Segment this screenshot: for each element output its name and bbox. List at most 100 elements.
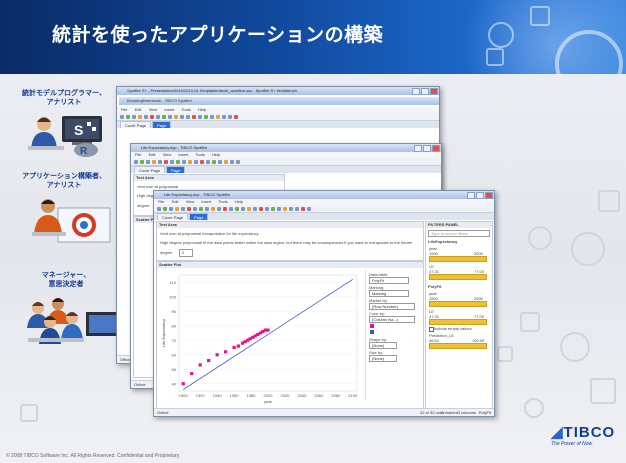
toolbar-button[interactable] bbox=[163, 206, 167, 211]
filter-group[interactable]: PolyFit bbox=[428, 284, 441, 289]
menu-file[interactable]: File bbox=[158, 199, 164, 204]
toolbar-button[interactable] bbox=[217, 206, 221, 211]
toolbar-button[interactable] bbox=[206, 159, 210, 164]
toolbar-button[interactable] bbox=[152, 159, 156, 164]
toolbar-button[interactable] bbox=[158, 159, 162, 164]
close-button[interactable] bbox=[432, 145, 440, 152]
toolbar-button[interactable] bbox=[229, 206, 233, 211]
toolbar-button[interactable] bbox=[241, 206, 245, 211]
toolbar-button[interactable] bbox=[180, 114, 184, 119]
toolbar-button[interactable] bbox=[198, 114, 202, 119]
toolbar-button[interactable] bbox=[168, 114, 172, 119]
tab-cover-page[interactable]: Cover Page bbox=[134, 166, 166, 173]
marking-select[interactable]: Marking bbox=[369, 290, 409, 297]
shape-select[interactable]: (None) bbox=[369, 342, 397, 349]
menu-tools[interactable]: Tools bbox=[181, 107, 190, 112]
degree-select[interactable]: 2 bbox=[179, 249, 193, 257]
toolbar-button[interactable] bbox=[236, 159, 240, 164]
toolbar-button[interactable] bbox=[247, 206, 251, 211]
color-select[interactable]: (Column Na...) bbox=[369, 316, 415, 323]
toolbar-button[interactable] bbox=[210, 114, 214, 119]
tab-cover-page[interactable]: Cover Page bbox=[120, 121, 152, 128]
menu-file[interactable]: File bbox=[135, 152, 141, 157]
include-empty-checkbox[interactable] bbox=[429, 327, 434, 332]
toolbar-button[interactable] bbox=[234, 114, 238, 119]
toolbar-button[interactable] bbox=[175, 206, 179, 211]
menu-insert[interactable]: Insert bbox=[164, 107, 174, 112]
toolbar-button[interactable] bbox=[200, 159, 204, 164]
range-slider[interactable] bbox=[429, 319, 487, 325]
menu-insert[interactable]: Insert bbox=[178, 152, 188, 157]
menu-edit[interactable]: Edit bbox=[172, 199, 179, 204]
menu-view[interactable]: View bbox=[186, 199, 195, 204]
toolbar-button[interactable] bbox=[205, 206, 209, 211]
toolbar-button[interactable] bbox=[182, 159, 186, 164]
maximize-button[interactable] bbox=[421, 88, 429, 95]
toolbar-button[interactable] bbox=[224, 159, 228, 164]
toolbar-button[interactable] bbox=[140, 159, 144, 164]
toolbar-button[interactable] bbox=[235, 206, 239, 211]
toolbar-button[interactable] bbox=[301, 206, 305, 211]
toolbar-button[interactable] bbox=[216, 114, 220, 119]
toolbar-button[interactable] bbox=[212, 159, 216, 164]
toolbar-button[interactable] bbox=[162, 114, 166, 119]
toolbar-button[interactable] bbox=[193, 206, 197, 211]
toolbar-button[interactable] bbox=[126, 114, 130, 119]
menu-insert[interactable]: Insert bbox=[201, 199, 211, 204]
marker-select[interactable]: (Row Number) bbox=[369, 303, 415, 310]
toolbar-button[interactable] bbox=[146, 159, 150, 164]
menu-file[interactable]: File bbox=[121, 107, 127, 112]
toolbar-button[interactable] bbox=[218, 159, 222, 164]
toolbar-button[interactable] bbox=[271, 206, 275, 211]
toolbar-button[interactable] bbox=[186, 114, 190, 119]
toolbar-button[interactable] bbox=[150, 114, 154, 119]
range-slider[interactable] bbox=[429, 301, 487, 307]
toolbar-button[interactable] bbox=[223, 206, 227, 211]
toolbar-button[interactable] bbox=[138, 114, 142, 119]
menu-tools[interactable]: Tools bbox=[195, 152, 204, 157]
toolbar-button[interactable] bbox=[192, 114, 196, 119]
toolbar-button[interactable] bbox=[120, 114, 124, 119]
menu-tools[interactable]: Tools bbox=[218, 199, 227, 204]
size-select[interactable]: (None) bbox=[369, 355, 397, 362]
toolbar-button[interactable] bbox=[259, 206, 263, 211]
tab-page[interactable]: Page bbox=[189, 213, 209, 220]
tab-page[interactable]: Page bbox=[152, 121, 172, 128]
toolbar-button[interactable] bbox=[307, 206, 311, 211]
toolbar-button[interactable] bbox=[222, 114, 226, 119]
toolbar-button[interactable] bbox=[144, 114, 148, 119]
toolbar-button[interactable] bbox=[181, 206, 185, 211]
toolbar-button[interactable] bbox=[265, 206, 269, 211]
maximize-button[interactable] bbox=[476, 192, 484, 199]
scatter-plot[interactable]: 40 50 60 70 80 90 100 110 1900 1920 1940 1960 1980 20… bbox=[157, 269, 363, 407]
toolbar-button[interactable] bbox=[277, 206, 281, 211]
menu-view[interactable]: View bbox=[149, 107, 158, 112]
toolbar-button[interactable] bbox=[176, 159, 180, 164]
toolbar-button[interactable] bbox=[289, 206, 293, 211]
data-table-select[interactable]: PolyFit bbox=[369, 277, 409, 284]
range-slider[interactable] bbox=[429, 343, 487, 349]
minimize-button[interactable] bbox=[467, 192, 475, 199]
menu-edit[interactable]: Edit bbox=[135, 107, 142, 112]
menu-help[interactable]: Help bbox=[198, 107, 206, 112]
toolbar-button[interactable] bbox=[228, 114, 232, 119]
toolbar-button[interactable] bbox=[295, 206, 299, 211]
toolbar-button[interactable] bbox=[132, 114, 136, 119]
maximize-button[interactable] bbox=[423, 145, 431, 152]
toolbar-button[interactable] bbox=[187, 206, 191, 211]
include-empty-checkbox-label[interactable]: Include empty values bbox=[434, 326, 472, 331]
close-button[interactable] bbox=[430, 88, 438, 95]
filter-group[interactable]: LifeExpectancy bbox=[428, 239, 457, 244]
toolbar-button[interactable] bbox=[170, 159, 174, 164]
range-slider[interactable] bbox=[429, 274, 487, 280]
close-button[interactable] bbox=[485, 192, 493, 199]
toolbar-button[interactable] bbox=[199, 206, 203, 211]
menu-help[interactable]: Help bbox=[235, 199, 243, 204]
toolbar-button[interactable] bbox=[157, 206, 161, 211]
menu-help[interactable]: Help bbox=[212, 152, 220, 157]
minimize-button[interactable] bbox=[414, 145, 422, 152]
minimize-button[interactable] bbox=[412, 88, 420, 95]
toolbar-button[interactable] bbox=[253, 206, 257, 211]
toolbar-button[interactable] bbox=[164, 159, 168, 164]
menu-edit[interactable]: Edit bbox=[149, 152, 156, 157]
